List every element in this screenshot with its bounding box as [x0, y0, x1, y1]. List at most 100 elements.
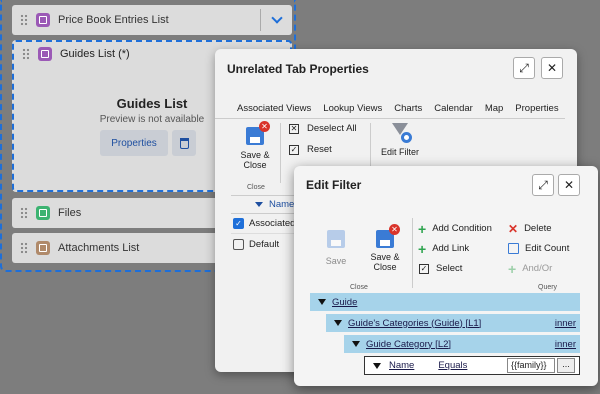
attachments-icon — [36, 241, 50, 255]
filter-gear-icon — [390, 123, 412, 143]
tree-node-level1[interactable]: Guide's Categories (Guide) [L1] inner — [326, 314, 580, 332]
delete-button[interactable]: ✕ Delete — [508, 221, 552, 236]
delete-x-icon: ✕ — [508, 221, 519, 236]
tab-map[interactable]: Map — [485, 103, 503, 114]
add-link-label: Add Link — [432, 243, 470, 254]
delete-label: Delete — [524, 223, 552, 234]
maximize-icon: ⤢ — [519, 60, 529, 75]
and-or-label: And/Or — [522, 263, 553, 274]
condition-field-link[interactable]: Name — [389, 360, 414, 371]
row-label: Default — [249, 238, 280, 250]
join-type-link[interactable]: inner — [555, 318, 576, 329]
entity-link[interactable]: Guide — [332, 297, 357, 308]
trash-icon — [179, 137, 189, 149]
add-link-button[interactable]: + Add Link — [418, 240, 470, 257]
plus-icon: + — [418, 240, 427, 257]
row-label: Associated — [249, 218, 296, 229]
save-close-label: Save & Close — [370, 252, 400, 272]
edit-count-button[interactable]: Edit Count — [508, 243, 569, 254]
close-button[interactable]: ✕ — [558, 174, 580, 196]
dialog-title: Unrelated Tab Properties — [227, 62, 369, 76]
row-label: Price Book Entries List — [58, 14, 169, 26]
tab-strip: Associated Views Lookup Views Charts Cal… — [215, 99, 565, 119]
column-name-header: Name — [269, 199, 295, 210]
row-label: Files — [58, 207, 82, 219]
layout-row-price-book[interactable]: Price Book Entries List — [12, 5, 292, 35]
row-label: Attachments List — [58, 242, 140, 254]
maximize-button[interactable]: ⤢ — [532, 174, 554, 196]
collapse-triangle-icon — [352, 341, 360, 347]
check-box-icon: ✓ — [289, 144, 299, 155]
drag-handle-icon[interactable] — [22, 48, 30, 60]
save-close-button[interactable]: ✕ Save & Close — [364, 224, 406, 272]
add-condition-button[interactable]: + Add Condition — [418, 220, 492, 237]
value-picker-button[interactable]: ... — [557, 358, 575, 373]
join-type-link[interactable]: inner — [555, 339, 576, 350]
tree-node-level2[interactable]: Guide Category [L2] inner — [344, 335, 580, 353]
condition-operator-link[interactable]: Equals — [438, 360, 467, 371]
edit-count-label: Edit Count — [525, 243, 570, 254]
close-button[interactable]: ✕ — [541, 57, 563, 79]
checkbox-unchecked[interactable] — [233, 238, 244, 250]
list-tile-icon — [38, 47, 52, 61]
expand-toggle[interactable] — [260, 9, 292, 31]
tab-properties[interactable]: Properties — [515, 103, 558, 114]
tab-lookup-views[interactable]: Lookup Views — [323, 103, 382, 114]
entity-link[interactable]: Guide's Categories (Guide) [L1] — [348, 318, 481, 329]
list-tile-icon — [36, 13, 50, 27]
save-close-label: Save & Close — [240, 150, 270, 170]
save-label: Save — [325, 256, 347, 266]
checkbox-checked[interactable]: ✓ — [233, 218, 244, 229]
condition-value-input[interactable]: {{family}} — [507, 358, 555, 373]
delete-button[interactable] — [172, 130, 196, 156]
row-label: Guides List (*) — [60, 48, 130, 60]
query-group-label: Query — [538, 284, 558, 291]
tab-associated-views[interactable]: Associated Views — [237, 103, 311, 114]
deselect-icon: ✕ — [289, 123, 299, 134]
reset-button[interactable]: ✓ Reset — [289, 144, 332, 155]
and-or-button[interactable]: + And/Or — [508, 260, 553, 277]
save-close-icon: ✕ — [376, 224, 400, 248]
collapse-triangle-icon — [373, 362, 381, 369]
tree-node-root[interactable]: Guide — [310, 293, 580, 311]
close-icon: ✕ — [563, 178, 575, 192]
tab-calendar[interactable]: Calendar — [434, 103, 473, 114]
sort-down-icon — [255, 202, 263, 207]
ribbon-divider — [280, 123, 281, 183]
entity-link[interactable]: Guide Category [L2] — [366, 339, 451, 350]
chevron-down-icon — [270, 12, 283, 24]
ribbon-divider — [412, 218, 413, 288]
collapse-triangle-icon — [318, 299, 326, 305]
condition-row[interactable]: Name Equals {{family}} ... — [364, 356, 580, 375]
drag-handle-icon[interactable] — [20, 242, 28, 254]
edit-filter-button[interactable]: Edit Filter — [378, 123, 422, 157]
plus-icon: + — [508, 260, 517, 277]
edit-filter-dialog: Edit Filter ⤢ ✕ Save ✕ Save & Close Clos… — [294, 166, 598, 386]
close-group-label: Close — [350, 284, 368, 291]
add-condition-label: Add Condition — [432, 223, 492, 234]
close-icon: ✕ — [546, 61, 558, 75]
close-group-label: Close — [247, 184, 265, 191]
plus-icon: + — [418, 220, 427, 237]
calculator-icon — [508, 243, 519, 254]
save-close-button[interactable]: ✕ Save & Close — [237, 121, 273, 170]
check-box-icon: ✓ — [419, 263, 429, 274]
save-icon: ✕ — [246, 121, 270, 145]
collapse-triangle-icon — [334, 320, 342, 326]
reset-label: Reset — [307, 144, 332, 155]
edit-filter-label: Edit Filter — [380, 147, 419, 157]
deselect-all-label: Deselect All — [307, 123, 357, 134]
tab-charts[interactable]: Charts — [394, 103, 422, 114]
drag-handle-icon[interactable] — [20, 207, 28, 219]
drag-handle-icon[interactable] — [20, 14, 28, 26]
properties-button[interactable]: Properties — [100, 130, 168, 156]
dialog-title: Edit Filter — [306, 178, 362, 192]
files-icon — [36, 206, 50, 220]
save-icon — [327, 230, 345, 248]
maximize-icon: ⤢ — [538, 177, 548, 192]
deselect-all-button[interactable]: ✕ Deselect All — [289, 123, 357, 134]
select-button[interactable]: ✓ Select — [419, 263, 462, 274]
save-button[interactable]: Save — [318, 230, 354, 266]
maximize-button[interactable]: ⤢ — [513, 57, 535, 79]
select-label: Select — [436, 263, 463, 274]
